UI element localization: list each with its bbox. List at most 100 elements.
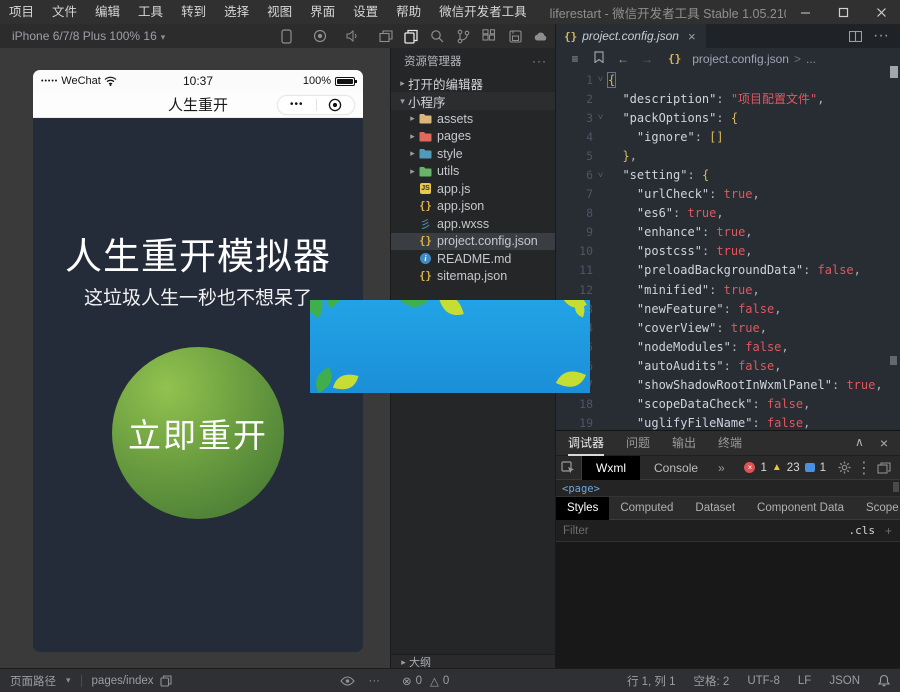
extensions-icon[interactable] [476,24,502,48]
code-line-12[interactable]: 12 "minified": true, [556,280,900,299]
filter-input[interactable] [556,525,848,537]
collapse-panel-icon[interactable]: ∧ [855,435,864,451]
code-line-14[interactable]: 14 "coverView": true, [556,318,900,337]
error-badge-icon[interactable]: × [744,462,755,473]
menu-item-9[interactable]: 帮助 [387,0,430,24]
code-line-15[interactable]: 15 "nodeModules": false, [556,337,900,356]
problems-indicator[interactable]: ⊗ 0 △ 0 [402,674,449,688]
debugger-tab-问题[interactable]: 问题 [626,431,650,456]
split-editor-icon[interactable] [842,24,868,48]
tabs-overflow-icon[interactable]: » [712,461,731,475]
outline-list-icon[interactable]: ≡ [564,52,586,66]
code-line-6[interactable]: 6˅ "setting": { [556,165,900,184]
mini-program-menu-button[interactable]: ••• [278,95,316,115]
code-line-7[interactable]: 7 "urlCheck": true, [556,185,900,204]
search-icon[interactable] [424,24,450,48]
page-path-value[interactable]: pages/index [92,675,154,687]
inspect-element-icon[interactable] [556,456,582,480]
menu-item-1[interactable]: 文件 [43,0,86,24]
file-item-app.json[interactable]: {}app.json [391,198,555,216]
bell-icon[interactable] [878,674,890,687]
cls-button[interactable]: .cls [848,524,885,537]
close-button[interactable] [862,0,900,24]
code-line-19[interactable]: 19 "uglifyFileName": false, [556,414,900,430]
code-line-1[interactable]: 1˅{ [556,70,900,89]
code-line-3[interactable]: 3˅ "packOptions": { [556,108,900,127]
code-line-18[interactable]: 18 "scopeDataCheck": false, [556,395,900,414]
eye-icon[interactable] [340,676,355,686]
styles-tab-scope-data[interactable]: Scope Data [855,497,900,520]
menu-item-0[interactable]: 项目 [0,0,43,24]
file-item-sitemap.json[interactable]: {}sitemap.json [391,268,555,286]
styles-tab-dataset[interactable]: Dataset [684,497,746,520]
file-item-assets[interactable]: ▸assets [391,110,555,128]
info-badge-icon[interactable] [805,463,815,472]
close-panel-icon[interactable]: × [880,435,888,451]
menu-item-5[interactable]: 选择 [215,0,258,24]
eol-setting[interactable]: LF [798,675,811,687]
language-mode[interactable]: JSON [829,675,860,687]
save-icon[interactable] [502,24,528,48]
code-line-16[interactable]: 16 "autoAudits": false, [556,356,900,375]
menu-item-6[interactable]: 视图 [258,0,301,24]
ad-banner-image[interactable] [310,300,590,393]
close-tab-icon[interactable]: × [688,29,696,44]
menu-item-10[interactable]: 微信开发者工具 [430,0,536,24]
file-item-project.config.json[interactable]: {}project.config.json [391,233,555,251]
maximize-button[interactable] [824,0,862,24]
mute-icon[interactable] [336,24,369,48]
explorer-section-1[interactable]: ▾小程序 [391,92,555,110]
code-line-2[interactable]: 2 "description": "项目配置文件", [556,89,900,108]
styles-tab-component-data[interactable]: Component Data [746,497,855,520]
devtools-tab-Console[interactable]: Console [640,456,712,480]
menu-item-8[interactable]: 设置 [344,0,387,24]
wxml-element-tree[interactable]: <page> [556,480,900,497]
fold-chevron-icon[interactable]: ˅ [593,74,608,85]
files-icon[interactable] [398,24,424,48]
bookmark-icon[interactable] [588,51,610,66]
code-line-8[interactable]: 8 "es6": true, [556,204,900,223]
kebab-menu-icon[interactable]: ⋮ [857,456,871,480]
file-item-app.js[interactable]: JSapp.js [391,180,555,198]
styles-tab-computed[interactable]: Computed [609,497,684,520]
element-tree-scrollbar[interactable] [893,482,899,492]
devtools-tab-Wxml[interactable]: Wxml [582,456,640,480]
warning-badge-icon[interactable]: ▲ [772,462,782,473]
add-style-icon[interactable]: + [885,524,900,538]
encoding-setting[interactable]: UTF-8 [747,675,780,687]
explorer-section-0[interactable]: ▸打开的编辑器 [391,74,555,92]
fold-chevron-icon[interactable]: ˅ [593,170,608,181]
element-node[interactable]: <page> [556,483,900,495]
code-line-17[interactable]: 17 "showShadowRootInWxmlPanel": true, [556,376,900,395]
file-item-README.md[interactable]: iREADME.md [391,250,555,268]
copy-icon[interactable] [160,675,172,687]
menu-item-7[interactable]: 界面 [301,0,344,24]
git-branch-icon[interactable] [450,24,476,48]
indent-setting[interactable]: 空格: 2 [694,673,730,689]
more-icon[interactable]: ··· [369,675,381,687]
file-item-pages[interactable]: ▸pages [391,128,555,146]
menu-item-3[interactable]: 工具 [129,0,172,24]
code-editor[interactable]: 1˅{2 "description": "项目配置文件",3˅ "packOpt… [556,69,900,430]
menu-item-2[interactable]: 编辑 [86,0,129,24]
code-line-9[interactable]: 9 "enhance": true, [556,223,900,242]
mini-program-close-button[interactable] [317,98,355,112]
debugger-tab-调试器[interactable]: 调试器 [568,431,604,456]
device-selector[interactable]: iPhone 6/7/8 Plus 100% 16▾ [0,29,230,43]
record-icon[interactable] [303,24,336,48]
code-line-5[interactable]: 5 }, [556,146,900,165]
cloud-icon[interactable] [528,24,554,48]
back-arrow-icon[interactable]: ← [612,52,634,66]
minimize-button[interactable] [786,0,824,24]
code-line-13[interactable]: 13 "newFeature": false, [556,299,900,318]
forward-arrow-icon[interactable]: → [636,52,658,66]
tab-project-config-json[interactable]: {} project.config.json × [556,24,706,48]
styles-tab-styles[interactable]: Styles [556,497,609,520]
debugger-tab-输出[interactable]: 输出 [672,431,696,456]
breadcrumb-file[interactable]: project.config.json [692,52,789,66]
more-actions-icon[interactable]: ··· [868,24,894,48]
file-item-utils[interactable]: ▸utils [391,163,555,181]
code-line-11[interactable]: 11 "preloadBackgroundData": false, [556,261,900,280]
menu-item-4[interactable]: 转到 [172,0,215,24]
editor-scrollbar[interactable] [890,66,898,78]
